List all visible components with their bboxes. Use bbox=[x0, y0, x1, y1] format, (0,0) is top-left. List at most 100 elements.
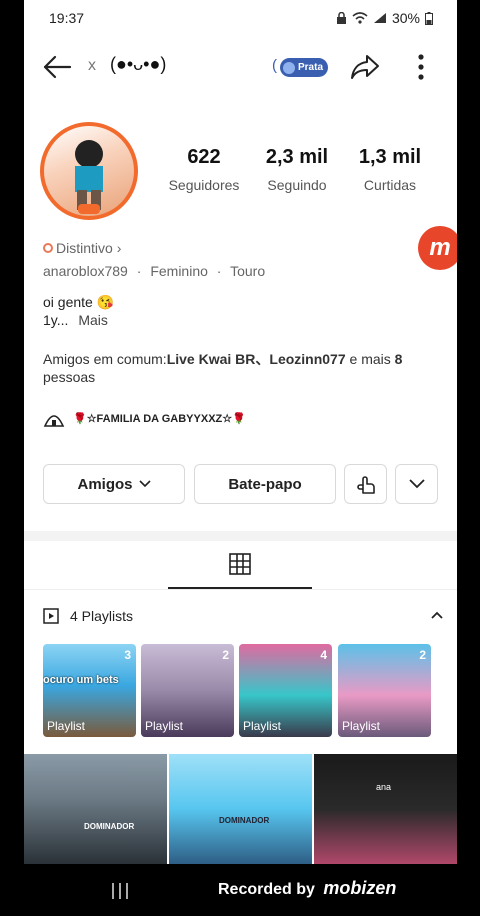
family-row[interactable]: 🌹☆FAMILIA DA GABYYXXZ☆🌹 bbox=[43, 410, 246, 428]
signal-icon bbox=[373, 13, 386, 23]
friends-button[interactable]: Amigos bbox=[43, 464, 185, 504]
mutual-names: Live Kwai BR、Leozinn077 bbox=[166, 351, 346, 367]
more-vertical-icon bbox=[418, 54, 424, 80]
mutual-prefix: Amigos em comum: bbox=[43, 351, 167, 367]
wifi-icon bbox=[352, 12, 368, 24]
mutual-and: e mais bbox=[345, 351, 395, 367]
battery-icon bbox=[425, 11, 433, 25]
followers-label: Seguidores bbox=[168, 177, 240, 193]
chat-button[interactable]: Bate-papo bbox=[194, 464, 336, 504]
playlist-thumb[interactable]: 4 Playlist bbox=[239, 644, 332, 737]
username: anaroblox789 bbox=[43, 263, 128, 279]
playlist-thumb[interactable]: 2 Playlist bbox=[338, 644, 431, 737]
status-time: 19:37 bbox=[49, 10, 85, 26]
mobizen-float-icon[interactable]: m bbox=[418, 226, 457, 270]
playlist-icon bbox=[43, 608, 59, 624]
family-name: 🌹☆FAMILIA DA GABYYXXZ☆🌹 bbox=[73, 412, 246, 425]
dot-separator: · bbox=[216, 263, 222, 279]
hexagon-badge-icon bbox=[43, 243, 53, 253]
following-label: Seguindo bbox=[267, 177, 327, 193]
badge-label: Prata bbox=[298, 62, 324, 73]
chevron-down-icon bbox=[408, 479, 425, 489]
rank-badge[interactable]: ( Prata bbox=[272, 57, 329, 77]
distintivo-link[interactable]: Distintivo › bbox=[43, 240, 121, 256]
video-bg bbox=[169, 754, 312, 864]
thumb-label: Playlist bbox=[243, 719, 282, 733]
thumb-count: 2 bbox=[419, 648, 426, 662]
friends-label: Amigos bbox=[77, 475, 133, 493]
watermark-text: Recorded by bbox=[218, 881, 315, 898]
video-tile[interactable]: ana bbox=[314, 754, 457, 864]
lock-icon bbox=[336, 12, 346, 24]
chat-label: Bate-papo bbox=[228, 475, 302, 493]
chevron-right-icon: › bbox=[116, 240, 122, 256]
section-divider bbox=[24, 531, 457, 541]
battery-percent: 30% bbox=[391, 10, 420, 26]
recording-watermark: Recorded by mobizen bbox=[218, 878, 396, 899]
thumb-count: 3 bbox=[124, 648, 131, 662]
playlists-title: 4 Playlists bbox=[70, 608, 134, 624]
watermark-brand: mobizen bbox=[323, 878, 397, 898]
thumb-label: Playlist bbox=[145, 719, 184, 733]
mutual-friends[interactable]: Amigos em comum:Live Kwai BR、Leozinn077 … bbox=[43, 349, 402, 369]
thumb-count: 2 bbox=[222, 648, 229, 662]
likes-count: 1,3 mil bbox=[358, 146, 422, 168]
zodiac-sign: Touro bbox=[230, 263, 266, 279]
stat-followers[interactable]: 622 Seguidores bbox=[154, 146, 254, 193]
badge-medal-icon bbox=[283, 61, 295, 74]
status-bar: 19:37 30% bbox=[24, 0, 457, 36]
bio-line1: oi gente 😘 bbox=[43, 294, 115, 310]
badge-bracket: ( bbox=[272, 57, 277, 74]
profile-avatar[interactable] bbox=[40, 122, 138, 220]
video-caption: DOMINADOR bbox=[84, 822, 135, 831]
nickname-text: (●•ᴗ•●) bbox=[110, 54, 167, 74]
likes-label: Curtidas bbox=[363, 177, 417, 193]
chevron-down-icon bbox=[138, 480, 151, 488]
more-options-button[interactable] bbox=[404, 50, 438, 84]
tab-underline bbox=[24, 589, 457, 590]
recent-apps-icon[interactable] bbox=[110, 882, 130, 900]
followers-count: 622 bbox=[187, 146, 221, 168]
video-caption: DOMINADOR bbox=[219, 816, 270, 825]
stat-following[interactable]: 2,3 mil Seguindo bbox=[247, 146, 347, 193]
bio-truncated: 1y... bbox=[43, 312, 69, 328]
dot-separator: · bbox=[136, 263, 142, 279]
expand-button[interactable] bbox=[395, 464, 438, 504]
grid-icon bbox=[229, 553, 251, 575]
tab-grid[interactable] bbox=[168, 541, 312, 589]
video-tile[interactable]: DOMINADOR bbox=[169, 754, 312, 864]
playlist-thumb[interactable]: ocuro um bets 3 Playlist bbox=[43, 644, 136, 737]
stat-likes[interactable]: 1,3 mil Curtidas bbox=[340, 146, 440, 193]
thumb-count: 4 bbox=[320, 648, 327, 662]
back-arrow-icon bbox=[43, 55, 72, 79]
following-count: 2,3 mil bbox=[265, 146, 329, 168]
gender: Feminino bbox=[150, 263, 208, 279]
app-screen: 19:37 30% x (●•ᴗ•●) ( Prata 622 Seguidor… bbox=[24, 0, 457, 916]
video-caption: ana bbox=[376, 782, 392, 792]
mutual-count: 8 bbox=[394, 351, 403, 367]
thumb-label: Playlist bbox=[47, 719, 86, 733]
video-bg bbox=[24, 754, 167, 864]
thumb-caption: ocuro um bets bbox=[43, 674, 119, 686]
back-button[interactable] bbox=[40, 52, 74, 82]
bio-more-link[interactable]: Mais bbox=[78, 312, 108, 328]
family-house-icon bbox=[43, 415, 65, 427]
thumb-label: Playlist bbox=[342, 719, 381, 733]
navigation-bar: Recorded by mobizen bbox=[0, 864, 480, 916]
video-tile[interactable]: DOMINADOR bbox=[24, 754, 167, 864]
profile-meta: anaroblox789 · Feminino · Touro bbox=[43, 263, 265, 279]
nudge-button[interactable] bbox=[344, 464, 387, 504]
profile-header: x (●•ᴗ•●) ( Prata bbox=[24, 44, 457, 90]
avatar-figure bbox=[75, 140, 103, 214]
playlists-header[interactable]: 4 Playlists bbox=[43, 606, 443, 628]
mutual-suffix: pessoas bbox=[43, 369, 96, 385]
bio-line2: 1y... Mais bbox=[43, 312, 108, 328]
nickname-prefix: x bbox=[88, 57, 96, 74]
profile-nickname: x (●•ᴗ•●) bbox=[88, 54, 166, 75]
share-button[interactable] bbox=[348, 50, 382, 84]
chevron-up-icon bbox=[431, 611, 443, 619]
status-icons: 30% bbox=[336, 10, 433, 26]
tap-hand-icon bbox=[356, 476, 375, 494]
playlist-thumb[interactable]: 2 Playlist bbox=[141, 644, 234, 737]
video-bg bbox=[314, 754, 457, 864]
